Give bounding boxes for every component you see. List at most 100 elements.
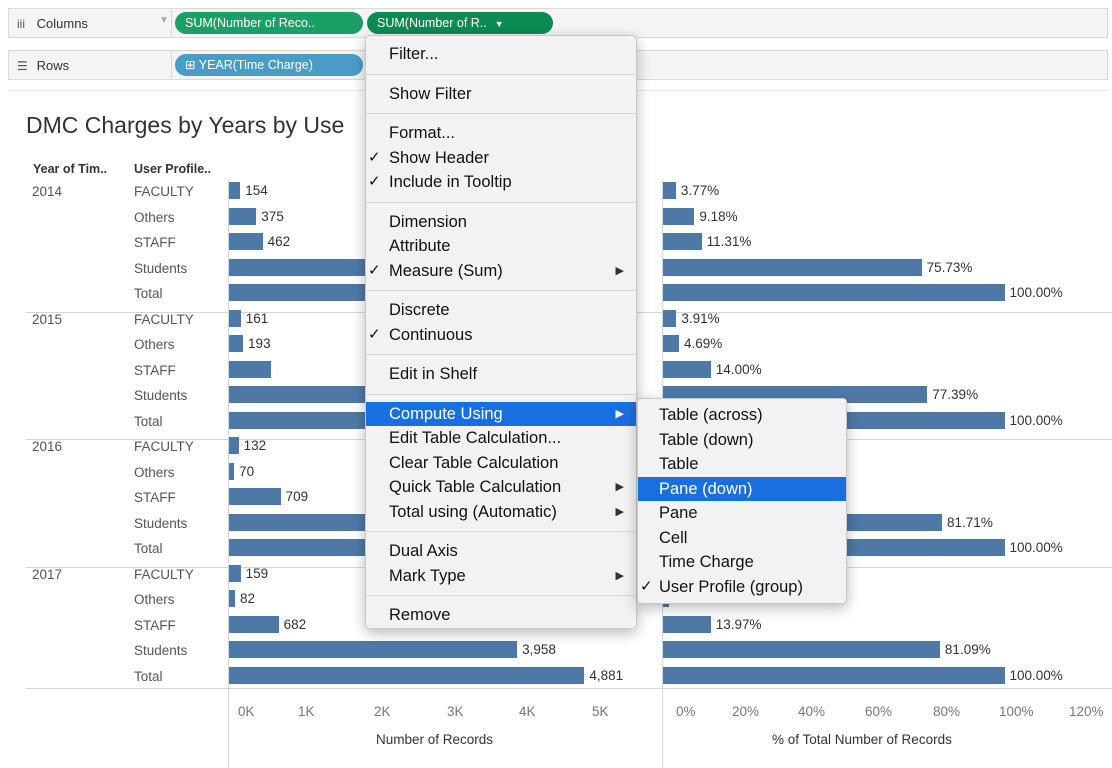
submenu-item-cell[interactable]: Cell xyxy=(638,526,846,550)
submenu-arrow-icon: ▶ xyxy=(615,481,624,493)
bar-value-label: 100.00% xyxy=(1009,540,1063,555)
bar-value-label: 100.00% xyxy=(1009,285,1063,300)
bar-mark[interactable] xyxy=(663,182,676,199)
bar-mark[interactable] xyxy=(663,207,695,225)
bar-mark[interactable] xyxy=(229,641,518,658)
bar-mark[interactable] xyxy=(663,284,1005,301)
menu-item-label: Mark Type xyxy=(389,566,466,585)
menu-item-compute-using[interactable]: Compute Using ▶ xyxy=(366,401,636,426)
bar-mark[interactable] xyxy=(229,666,585,684)
expand-icon[interactable]: ⊞ xyxy=(185,58,195,72)
bar-value-label: 462 xyxy=(267,234,291,249)
menu-item-dual-axis[interactable]: Dual Axis xyxy=(366,539,636,563)
menu-separator xyxy=(366,393,636,395)
bar-value-label: 81.09% xyxy=(944,642,991,657)
menu-item-edit-table-calculation[interactable]: Edit Table Calculation... xyxy=(366,426,636,450)
shelf-divider xyxy=(171,9,172,37)
bar-mark[interactable] xyxy=(663,233,702,250)
menu-separator xyxy=(366,531,636,532)
chevron-down-icon[interactable]: ▼ xyxy=(495,19,504,29)
bar-mark[interactable] xyxy=(229,590,235,607)
submenu-item-table-down[interactable]: Table (down) xyxy=(638,428,846,452)
submenu-item-label: Table xyxy=(659,455,699,473)
menu-item-format[interactable]: Format... xyxy=(366,121,636,145)
column-pill-sum-records[interactable]: SUM(Number of Reco.. xyxy=(175,12,363,34)
year-label: 2017 xyxy=(32,566,63,582)
bar-mark[interactable] xyxy=(229,564,241,582)
bar-mark[interactable] xyxy=(229,182,241,199)
menu-item-mark-type[interactable]: Mark Type ▶ xyxy=(366,564,636,588)
menu-item-attribute[interactable]: Attribute xyxy=(366,234,636,258)
axis-tick-label: 3K xyxy=(447,704,464,719)
bar-mark[interactable] xyxy=(229,207,257,225)
column-pill-sum-records-pct[interactable]: SUM(Number of R.. ▼ xyxy=(367,12,553,34)
menu-item-dimension[interactable]: Dimension xyxy=(366,210,636,234)
axis-tick-label: 120% xyxy=(1069,704,1104,719)
menu-item-label: Discrete xyxy=(389,301,450,319)
menu-item-label: Clear Table Calculation xyxy=(389,453,559,472)
category-label: Others xyxy=(134,337,175,352)
bar-mark[interactable] xyxy=(663,335,680,352)
columns-shelf-label: iii Columns xyxy=(17,16,88,31)
menu-item-total-using-automatic[interactable]: Total using (Automatic) ▶ xyxy=(366,500,636,524)
menu-item-label: Remove xyxy=(389,606,451,624)
menu-item-show-filter[interactable]: Show Filter xyxy=(366,82,636,106)
bar-mark[interactable] xyxy=(663,615,711,633)
bar-value-label: 100.00% xyxy=(1009,667,1063,683)
submenu-item-table-across[interactable]: Table (across) xyxy=(638,403,846,427)
menu-item-label: Total using (Automatic) xyxy=(389,502,557,521)
category-label: FACULTY xyxy=(134,184,194,199)
category-label: Total xyxy=(134,413,163,429)
menu-item-measure-sum[interactable]: ✓ Measure (Sum) ▶ xyxy=(366,259,636,283)
menu-separator xyxy=(366,354,636,355)
bar-mark[interactable] xyxy=(229,488,281,505)
bar-mark[interactable] xyxy=(663,309,677,327)
bar-mark[interactable] xyxy=(229,360,271,378)
bar-mark[interactable] xyxy=(663,641,940,658)
bar-mark[interactable] xyxy=(229,335,244,352)
checkmark-icon: ✓ xyxy=(368,261,381,279)
bar-mark[interactable] xyxy=(663,360,711,378)
category-label: Total xyxy=(134,541,163,556)
header-user-profile[interactable]: User Profile.. xyxy=(134,162,211,176)
submenu-item-time-charge[interactable]: Time Charge xyxy=(638,550,846,574)
bar-mark[interactable] xyxy=(229,309,241,327)
bar-mark[interactable] xyxy=(229,462,235,480)
menu-item-remove[interactable]: Remove xyxy=(366,603,636,627)
menu-item-label: Quick Table Calculation xyxy=(389,478,562,496)
menu-item-label: Continuous xyxy=(389,325,473,344)
bar-mark[interactable] xyxy=(229,615,279,633)
menu-item-edit-in-shelf[interactable]: Edit in Shelf xyxy=(366,362,636,386)
bar-value-label: 14.00% xyxy=(715,361,762,377)
submenu-item-label: Table (down) xyxy=(659,430,754,449)
chevron-down-icon[interactable]: ▼ xyxy=(159,15,169,26)
category-label: FACULTY xyxy=(134,311,194,327)
axis-tick-label: 0% xyxy=(676,704,696,719)
bar-value-label: 75.73% xyxy=(926,259,973,275)
menu-item-continuous[interactable]: ✓ Continuous xyxy=(366,323,636,347)
submenu-item-pane-down[interactable]: Pane (down) xyxy=(638,476,846,501)
menu-item-clear-table-calculation[interactable]: Clear Table Calculation xyxy=(366,451,636,475)
submenu-item-pane[interactable]: Pane xyxy=(638,501,846,525)
bar-mark[interactable] xyxy=(229,233,263,250)
header-year[interactable]: Year of Tim.. xyxy=(33,162,107,176)
columns-shelf[interactable]: iii Columns ▼ SUM(Number of Reco.. SUM(N… xyxy=(8,8,1108,38)
x-axis-title: Number of Records xyxy=(376,732,494,747)
category-label: Students xyxy=(134,643,188,658)
row-pill-year-time-charge[interactable]: ⊞ YEAR(Time Charge) xyxy=(175,54,363,76)
bar-mark[interactable] xyxy=(229,437,239,454)
menu-item-discrete[interactable]: Discrete xyxy=(366,298,636,322)
menu-item-include-in-tooltip[interactable]: ✓ Include in Tooltip xyxy=(366,170,636,194)
menu-item-show-header[interactable]: ✓ Show Header xyxy=(366,146,636,170)
bar-mark[interactable] xyxy=(663,258,922,276)
category-label: STAFF xyxy=(134,490,176,505)
submenu-item-user-profile-group[interactable]: ✓ User Profile (group) xyxy=(638,575,846,599)
category-label: Total xyxy=(134,668,163,684)
bar-value-label: 159 xyxy=(245,565,269,581)
submenu-item-label: Cell xyxy=(659,528,688,547)
submenu-item-table[interactable]: Table xyxy=(638,452,846,476)
bar-value-label: 161 xyxy=(245,310,269,326)
menu-item-filter[interactable]: Filter... xyxy=(366,42,636,66)
menu-item-quick-table-calculation[interactable]: Quick Table Calculation ▶ xyxy=(366,475,636,499)
bar-mark[interactable] xyxy=(663,666,1005,684)
